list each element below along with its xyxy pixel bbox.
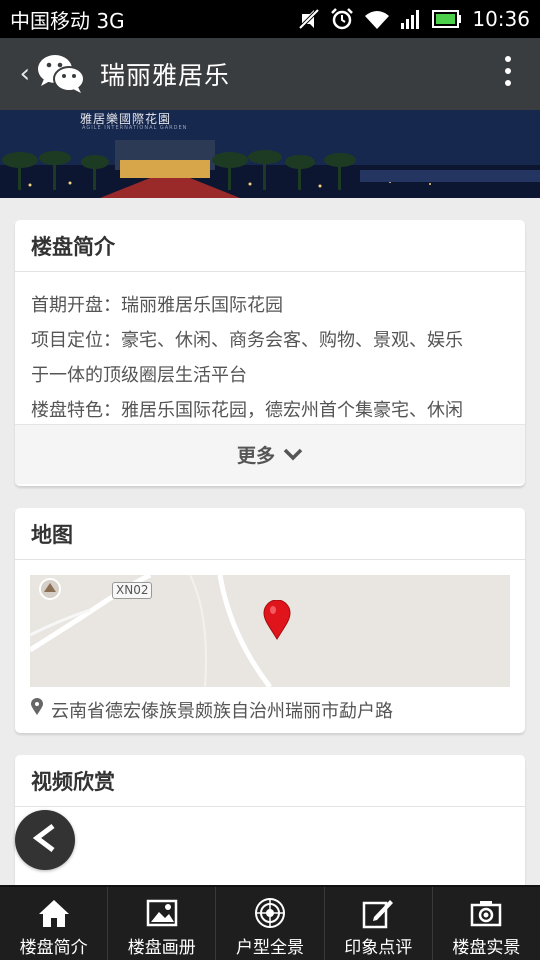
signal-icon (400, 9, 422, 29)
video-card: 视频欣赏 (15, 755, 525, 895)
video-card-header: 视频欣赏 (15, 755, 525, 807)
address-row: 云南省德宏傣族景颇族自治州瑞丽市勐户路 (15, 687, 525, 727)
banner-image: 雅居樂國際花園 AGILE INTERNATIONAL GARDEN (0, 110, 540, 198)
chevron-down-icon (283, 444, 303, 466)
wechat-logo (36, 52, 86, 96)
carrier-label: 中国移动 3G (10, 8, 125, 33)
tab-panorama[interactable]: 户型全景 (215, 887, 323, 960)
intro-card: 楼盘简介 首期开盘：瑞丽雅居乐国际花园 项目定位：豪宅、休闲、商务会客、购物、景… (15, 220, 525, 486)
intro-line: 楼盘特色：雅居乐国际花园，德宏州首个集豪宅、休闲 (31, 400, 463, 421)
battery-icon (432, 10, 462, 28)
address-text: 云南省德宏傣族景颇族自治州瑞丽市勐户路 (51, 700, 393, 722)
edit-icon (362, 897, 394, 929)
mute-icon (298, 8, 320, 30)
more-button[interactable]: 更多 (15, 424, 525, 484)
intro-card-header: 楼盘简介 (15, 220, 525, 272)
tab-label: 楼盘画册 (127, 938, 196, 958)
chevron-left-icon: ‹ (19, 59, 30, 89)
tab-review[interactable]: 印象点评 (323, 887, 432, 960)
camera-icon (470, 897, 502, 929)
tab-photos[interactable]: 楼盘实景 (431, 887, 540, 960)
tab-intro[interactable]: 楼盘简介 (0, 887, 107, 960)
tab-label: 印象点评 (344, 938, 413, 958)
intro-line: 于一体的顶级圈层生活平台 (31, 365, 247, 386)
tab-album[interactable]: 楼盘画册 (107, 887, 215, 960)
status-icons: 10:36 (298, 7, 530, 31)
map-pin-icon[interactable] (263, 599, 291, 644)
back-button[interactable]: ‹ (0, 59, 34, 89)
panorama-icon (254, 897, 286, 929)
banner-sub-caption: AGILE INTERNATIONAL GARDEN (82, 125, 188, 131)
clock-label: 10:36 (472, 7, 530, 31)
road-label: XN02 (112, 582, 153, 599)
intro-line: 首期开盘：瑞丽雅居乐国际花园 (31, 295, 283, 316)
page-title: 瑞丽雅居乐 (100, 61, 231, 90)
more-vertical-icon[interactable] (504, 56, 512, 92)
image-icon (146, 897, 178, 929)
title-bar: ‹ 瑞丽雅居乐 (0, 38, 540, 110)
bottom-tab-bar: 楼盘简介 楼盘画册 户型全景 印象点评 楼盘实景 (0, 885, 540, 960)
tab-label: 楼盘简介 (19, 938, 88, 958)
intro-body: 首期开盘：瑞丽雅居乐国际花园 项目定位：豪宅、休闲、商务会客、购物、景观、娱乐 … (15, 272, 525, 424)
tab-label: 楼盘实景 (452, 938, 521, 958)
tab-label: 户型全景 (236, 938, 304, 958)
poi-icon (38, 577, 62, 605)
map-card-header: 地图 (15, 508, 525, 560)
location-pin-icon (31, 698, 43, 721)
floating-back-button[interactable] (15, 810, 75, 870)
intro-line: 项目定位：豪宅、休闲、商务会客、购物、景观、娱乐 (31, 330, 463, 351)
page: 中国移动 3G 10:36 ‹ 瑞丽雅居乐 雅居樂國際花園 AGILE INTE… (0, 0, 540, 960)
map-view[interactable]: XN02 (30, 575, 510, 687)
status-bar: 中国移动 3G 10:36 (0, 0, 540, 38)
home-icon (38, 897, 70, 929)
chevron-left-icon (31, 823, 59, 857)
map-card: 地图 XN02 云南省德宏傣族景颇族自治州瑞丽市勐户路 (15, 508, 525, 733)
alarm-icon (330, 8, 354, 30)
more-label: 更多 (236, 445, 275, 467)
wifi-icon (364, 9, 390, 29)
